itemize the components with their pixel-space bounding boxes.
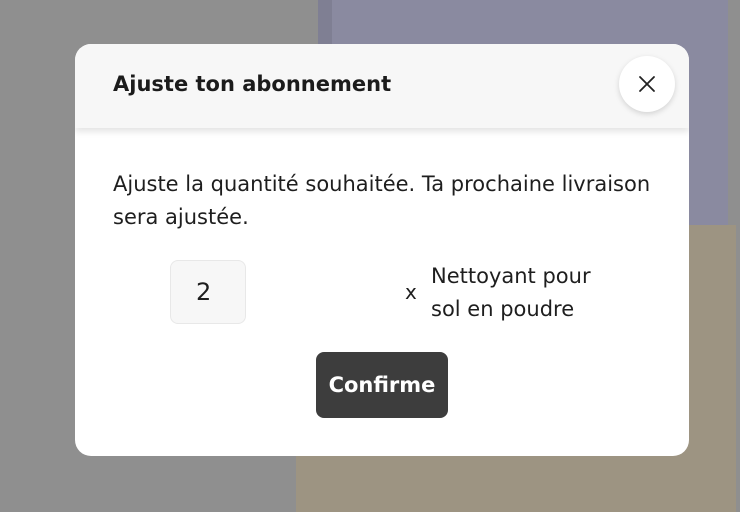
product-name: Nettoyant pour sol en poudre — [431, 264, 591, 321]
dialog-title: Ajuste ton abonnement — [113, 72, 392, 96]
dialog-header: Ajuste ton abonnement — [75, 44, 689, 128]
close-icon — [638, 75, 656, 93]
close-button[interactable] — [619, 56, 675, 112]
multiplier-sign: x — [405, 280, 417, 304]
adjust-subscription-dialog: Ajuste ton abonnement Ajuste la quantité… — [75, 44, 689, 456]
dialog-description: Ajuste la quantité souhaitée. Ta prochai… — [113, 172, 651, 229]
confirm-button[interactable]: Confirme — [316, 352, 448, 418]
quantity-input[interactable]: 2 — [170, 260, 246, 324]
quantity-value: 2 — [196, 278, 212, 306]
